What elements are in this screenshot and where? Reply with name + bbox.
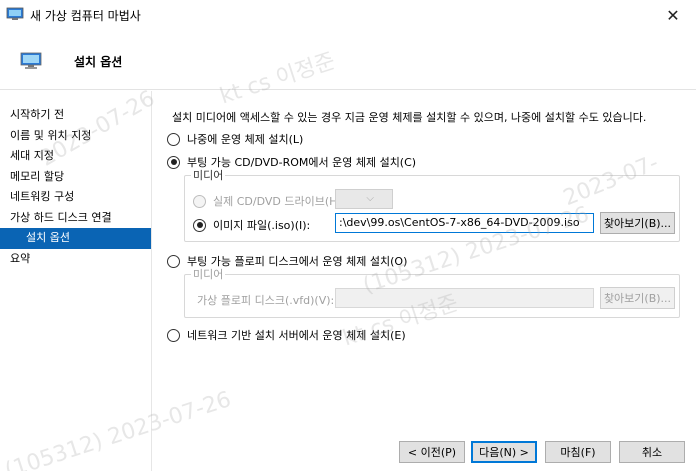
cancel-button[interactable]: 취소 [619,441,685,463]
next-button[interactable]: 다음(N) > [471,441,537,463]
radio-button[interactable] [167,328,180,342]
floppy-file-label: 가상 플로피 디스크(.vfd)(V): [197,294,335,307]
browse-button[interactable]: 찾아보기(B)... [600,212,675,234]
sidebar-item-before-you-begin[interactable]: 시작하기 전 [0,105,151,126]
radio-install-later[interactable]: 나중에 운영 체제 설치(L) [167,131,303,147]
sidebar-item-generation[interactable]: 세대 지정 [0,146,151,167]
title-bar: 새 가상 컴퓨터 마법사 ✕ [0,0,696,30]
radio-install-from-network[interactable]: 네트워크 기반 설치 서버에서 운영 체제 설치(E) [167,327,406,343]
finish-button[interactable]: 마침(F) [545,441,611,463]
radio-label: 나중에 운영 체제 설치(L) [187,133,304,146]
radio-button[interactable] [193,218,206,232]
sidebar-item-networking[interactable]: 네트워킹 구성 [0,187,151,208]
radio-button[interactable] [167,155,180,169]
monitor-icon [20,52,42,69]
description-text: 설치 미디어에 액세스할 수 있는 경우 지금 운영 체제를 설치할 수 있으며… [172,111,647,124]
media-legend: 미디어 [193,169,224,182]
radio-button [193,194,206,208]
radio-button[interactable] [167,132,180,146]
wizard-header: 설치 옵션 [0,30,696,90]
sidebar-item-virtual-hard-disk[interactable]: 가상 하드 디스크 연결 [0,208,151,229]
sidebar-item-installation-options[interactable]: 설치 옵션 [0,228,151,249]
back-button[interactable]: < 이전(P) [399,441,465,463]
vm-wizard-icon [6,7,24,20]
radio-physical-drive: 실제 CD/DVD 드라이브(H): [193,193,345,209]
close-icon[interactable]: ✕ [650,0,696,30]
page-title: 설치 옵션 [74,55,123,69]
main-content: 설치 미디어에 액세스할 수 있는 경우 지금 운영 체제를 설치할 수 있으며… [153,91,696,431]
wizard-steps: 시작하기 전 이름 및 위치 지정 세대 지정 메모리 할당 네트워킹 구성 가… [0,91,152,471]
floppy-file-input [335,288,594,308]
floppy-media-legend: 미디어 [193,268,224,281]
window-title: 새 가상 컴퓨터 마법사 [30,9,141,23]
radio-label: 이미지 파일(.iso)(I): [213,219,311,232]
physical-drive-dropdown: ⌵ [335,189,393,209]
sidebar-item-name-location[interactable]: 이름 및 위치 지정 [0,126,151,147]
sidebar-item-memory[interactable]: 메모리 할당 [0,167,151,188]
radio-label: 실제 CD/DVD 드라이브(H): [213,195,346,208]
radio-button[interactable] [167,254,180,268]
chevron-down-icon: ⌵ [366,193,374,204]
sidebar-item-summary[interactable]: 요약 [0,249,151,270]
radio-image-file[interactable]: 이미지 파일(.iso)(I): [193,217,310,233]
image-file-input[interactable]: :\dev\99.os\CentOS-7-x86_64-DVD-2009.iso [335,213,594,233]
floppy-browse-button: 찾아보기(B)... [600,287,675,309]
radio-label: 네트워크 기반 설치 서버에서 운영 체제 설치(E) [187,329,406,342]
